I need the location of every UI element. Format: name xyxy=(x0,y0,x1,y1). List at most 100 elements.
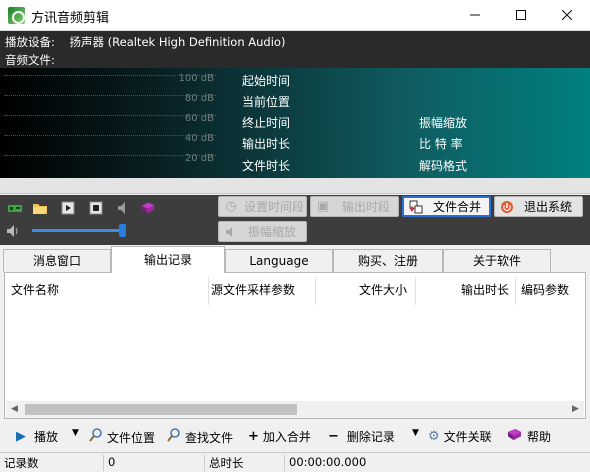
set-time-segment-label: 设置时间段 xyxy=(244,200,305,214)
help-button[interactable]: 帮助 xyxy=(506,428,551,445)
merge-files-label: 文件合并 xyxy=(433,200,482,214)
merge-files-button[interactable]: 文件合并 xyxy=(402,196,491,217)
column-header-output-duration[interactable]: 输出时长 xyxy=(416,277,516,305)
volume-slider-thumb[interactable] xyxy=(119,224,126,237)
close-button[interactable] xyxy=(544,0,590,31)
speaker-small-icon xyxy=(222,223,240,241)
output-segment-button[interactable]: ▣ 输出时段 xyxy=(310,196,399,217)
tab-output-records[interactable]: 输出记录 xyxy=(111,246,225,273)
tab-message-window[interactable]: 消息窗口 xyxy=(3,249,111,272)
output-duration-label: 输出时长 xyxy=(242,137,291,151)
device-button[interactable] xyxy=(7,200,23,216)
minus-icon: − xyxy=(328,429,339,444)
volume-slider-track[interactable] xyxy=(32,229,123,232)
delete-record-button[interactable]: − 删除记录 xyxy=(328,428,395,445)
play-label: 播放 xyxy=(34,430,59,444)
total-duration-label: 总时长 xyxy=(205,455,285,471)
audio-file-label: 音频文件: xyxy=(5,53,55,67)
db-label: 80 dB xyxy=(184,93,214,104)
speaker-button[interactable] xyxy=(114,200,130,216)
folder-open-icon xyxy=(33,204,47,214)
speaker-icon xyxy=(118,202,125,214)
stop-button[interactable] xyxy=(88,200,104,216)
exit-system-label: 退出系统 xyxy=(524,200,573,214)
help-label: 帮助 xyxy=(527,430,552,444)
main-toolbar: ◷ 设置时间段 ▣ 输出时段 文件合并 退出系统 振幅缩放 xyxy=(0,195,590,245)
column-header-source-params[interactable]: 源文件采样参数 xyxy=(209,277,316,305)
db-label: 100 dB xyxy=(178,73,214,84)
output-segment-label: 输出时段 xyxy=(342,200,391,214)
start-time-label: 起始时间 xyxy=(242,74,291,88)
play-box-icon xyxy=(61,201,75,215)
tab-bar: 消息窗口 输出记录 Language 购买、注册 关于软件 xyxy=(3,246,587,273)
device-icon xyxy=(8,205,22,212)
delete-dropdown[interactable]: ▼ xyxy=(412,428,419,438)
play-button[interactable]: ▶ 播放 xyxy=(16,428,58,445)
maximize-button[interactable] xyxy=(498,0,544,31)
device-line: 播放设备: 扬声器 (Realtek High Definition Audio… xyxy=(5,34,285,50)
scroll-left-button[interactable]: ◀ xyxy=(6,401,23,418)
search-icon xyxy=(167,428,181,446)
set-time-segment-button[interactable]: ◷ 设置时间段 xyxy=(218,196,307,217)
find-file-label: 查找文件 xyxy=(185,430,234,445)
current-position-label: 当前位置 xyxy=(242,95,291,109)
column-header-file-size[interactable]: 文件大小 xyxy=(316,277,416,305)
db-label: 40 dB xyxy=(184,133,214,144)
device-label: 播放设备: xyxy=(5,35,55,49)
play-dropdown[interactable]: ▼ xyxy=(72,428,79,438)
play-file-button[interactable] xyxy=(60,200,76,216)
scroll-thumb[interactable] xyxy=(25,404,297,415)
total-duration-value: 00:00:00.000 xyxy=(289,455,367,469)
file-association-button[interactable]: ⚙ 文件关联 xyxy=(428,428,492,445)
volume-speaker-button[interactable] xyxy=(5,223,21,239)
file-location-label: 文件位置 xyxy=(107,430,156,445)
power-icon xyxy=(498,198,516,216)
delete-record-label: 删除记录 xyxy=(346,430,395,444)
column-header-encoding-params[interactable]: 编码参数 xyxy=(516,277,584,305)
maximize-icon xyxy=(516,10,526,20)
app-icon xyxy=(8,7,25,24)
waveform-scrollbar[interactable] xyxy=(0,178,590,194)
chevron-down-icon: ▼ xyxy=(72,428,79,438)
record-count-label: 记录数 xyxy=(0,455,104,471)
book-button[interactable] xyxy=(140,200,156,216)
gear-icon: ⚙ xyxy=(428,429,440,444)
chevron-down-icon: ▼ xyxy=(412,428,419,438)
title-bar: 方讯音频剪辑 xyxy=(0,0,590,31)
open-folder-button[interactable] xyxy=(32,200,48,216)
status-bar: 记录数 0 总时长 00:00:00.000 xyxy=(0,452,590,472)
output-records-table: 文件名称 源文件采样参数 文件大小 输出时长 编码参数 ◀ ▶ xyxy=(4,272,586,419)
volume-icon xyxy=(7,225,18,237)
play-icon: ▶ xyxy=(16,429,26,444)
close-icon xyxy=(561,9,573,21)
add-merge-button[interactable]: + 加入合并 xyxy=(248,428,311,445)
minimize-icon xyxy=(470,14,480,16)
record-count-value: 0 xyxy=(104,455,205,471)
save-disk-icon: ▣ xyxy=(316,199,330,214)
db-label: 60 dB xyxy=(184,113,214,124)
column-header-file-name[interactable]: 文件名称 xyxy=(11,277,209,305)
exit-system-button[interactable]: 退出系统 xyxy=(494,196,583,217)
end-time-label: 终止时间 xyxy=(242,116,291,130)
clock-icon: ◷ xyxy=(225,199,237,214)
tab-about-software[interactable]: 关于软件 xyxy=(443,249,551,272)
amplitude-scale-label: 振幅缩放 xyxy=(419,116,468,130)
device-value: 扬声器 (Realtek High Definition Audio) xyxy=(69,35,286,49)
help-book-icon xyxy=(506,428,523,445)
horizontal-scrollbar[interactable]: ◀ ▶ xyxy=(6,401,584,418)
minimize-button[interactable] xyxy=(452,0,498,31)
find-file-button[interactable]: 查找文件 xyxy=(167,428,233,446)
amplitude-scale-button[interactable]: 振幅缩放 xyxy=(218,221,307,242)
file-location-button[interactable]: 文件位置 xyxy=(89,428,155,446)
bitrate-label: 比 特 率 xyxy=(419,137,463,151)
bottom-toolbar: ▶ 播放 ▼ 文件位置 查找文件 + 加入合并 − 删除记录 ▼ ⚙ 文件关联 … xyxy=(0,422,590,450)
tab-language[interactable]: Language xyxy=(225,249,333,272)
file-association-label: 文件关联 xyxy=(443,430,492,444)
scroll-right-button[interactable]: ▶ xyxy=(567,401,584,418)
decode-format-label: 解码格式 xyxy=(419,159,468,173)
window-title: 方讯音频剪辑 xyxy=(31,11,110,26)
stop-box-icon xyxy=(89,201,103,215)
add-merge-label: 加入合并 xyxy=(262,430,311,444)
magnifier-icon xyxy=(89,428,103,446)
tab-purchase-register[interactable]: 购买、注册 xyxy=(333,249,443,272)
